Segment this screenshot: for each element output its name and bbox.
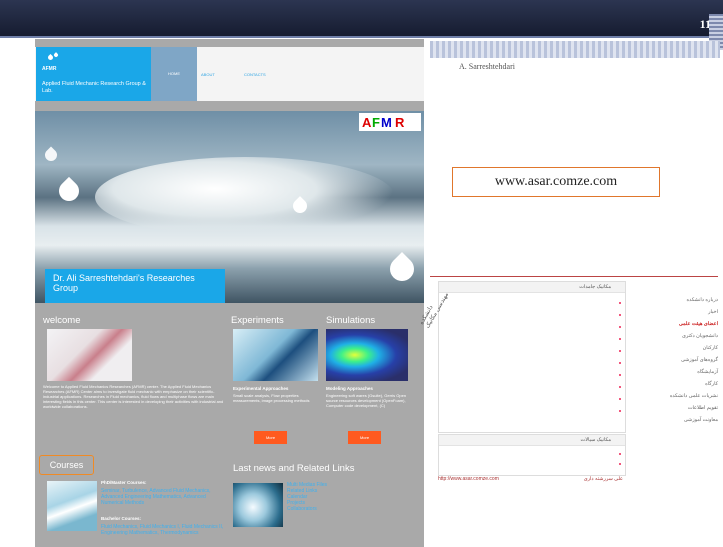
panel-fluid-mechanics: مکانیک سیالات [438, 434, 626, 476]
courses-heading[interactable]: Courses [39, 455, 94, 475]
website-screenshot: AFMR Applied Fluid Mechanic Research Gro… [35, 39, 424, 547]
sidebar-item[interactable]: تقویم اطلاعات [636, 405, 718, 411]
bullet-icon [619, 338, 621, 340]
panel-fluid-mechanics-title: مکانیک سیالات [439, 435, 625, 446]
sidebar-item[interactable]: معاونت آموزشی [636, 417, 718, 423]
bullet-icon [619, 314, 621, 316]
hero-title: Dr. Ali Sarreshtehdari's Researches Grou… [45, 269, 225, 303]
slide-top-line [0, 36, 723, 38]
courses-image [47, 481, 97, 531]
news-link[interactable]: Collaborators [287, 506, 317, 512]
bachelor-courses-list[interactable]: Fluid Mechanics, Fluid Mechanics I, Flui… [101, 524, 227, 536]
sidebar-item[interactable]: آزمایشگاه [636, 369, 718, 375]
sidebar-item-active[interactable]: اعضای هیئت علمی [636, 321, 718, 327]
drop-icon [53, 52, 59, 58]
bullet-icon [619, 350, 621, 352]
bachelor-courses-heading: Bachelor Courses: [101, 516, 142, 521]
decorative-strip [430, 41, 720, 58]
logo-title: AFMR [42, 66, 57, 72]
bullet-icon [619, 302, 621, 304]
footer-url[interactable]: http://www.asar.comze.com [438, 476, 499, 482]
news-image [233, 483, 283, 527]
experiments-image [233, 329, 318, 381]
sidebar-item[interactable]: گروه‌های آموزشی [636, 357, 718, 363]
site-logo[interactable]: AFMR Applied Fluid Mechanic Research Gro… [36, 47, 151, 101]
bullet-icon [619, 453, 621, 455]
nav-home[interactable]: HOME [151, 47, 197, 101]
footer-label: علی سررشته داری [583, 476, 623, 482]
phd-courses-heading: PhD/Master Courses: [101, 480, 147, 485]
bullet-icon [619, 374, 621, 376]
bullet-icon [619, 463, 621, 465]
bullet-icon [619, 362, 621, 364]
welcome-heading: welcome [43, 315, 81, 326]
bullet-icon [619, 326, 621, 328]
nav-contacts[interactable]: CONTACTS [244, 72, 266, 77]
phd-courses-list[interactable]: Seminar, Turbulence, Advanced Fluid Mech… [101, 488, 227, 506]
bullet-icon [619, 398, 621, 400]
afmr-badge: AFMR [359, 113, 421, 131]
panel-solid-mechanics-title: مکانیک جامدات [439, 282, 625, 293]
welcome-image [47, 329, 132, 381]
simulations-heading: Simulations [326, 315, 376, 326]
bullet-icon [619, 386, 621, 388]
sidebar-item[interactable]: درباره دانشکده [636, 297, 718, 303]
sidebar-item[interactable]: کارکنان [636, 345, 718, 351]
experiments-heading: Experiments [231, 315, 284, 326]
logo-subtitle: Applied Fluid Mechanic Research Group & … [42, 81, 146, 94]
sidebar-item[interactable]: دانشجویان دکتری [636, 333, 718, 339]
experiments-subtitle: Experimental Approaches [233, 386, 289, 391]
simulations-more-button[interactable]: More [348, 431, 381, 444]
nav-about[interactable]: ABOUT [201, 72, 215, 77]
hero-wave-crest [95, 157, 395, 237]
bullet-icon [619, 410, 621, 412]
experiments-more-button[interactable]: More [254, 431, 287, 444]
sidebar-item[interactable]: کارگاه [636, 381, 718, 387]
simulations-text: Engineering soft wares (Gsuite), Gerris … [326, 393, 407, 408]
portal-footer: http://www.asar.comze.com علی سررشته دار… [438, 476, 623, 484]
author-name: A. Sarreshtehdari [459, 62, 515, 71]
website-url[interactable]: www.asar.comze.com [452, 167, 660, 197]
sidebar-item[interactable]: اخبار [636, 309, 718, 315]
sidebar-item[interactable]: نشریات علمی دانشکده [636, 393, 718, 399]
simulations-image [326, 329, 408, 381]
simulations-subtitle: Modeling Approaches [326, 386, 373, 391]
news-heading: Last news and Related Links [233, 463, 355, 474]
experiments-text: Small scale analysis, Flow properties me… [233, 393, 310, 403]
slide-top-bar [0, 0, 723, 36]
welcome-text: Welcome to Applied Fluid Mechanics Resea… [43, 384, 224, 409]
